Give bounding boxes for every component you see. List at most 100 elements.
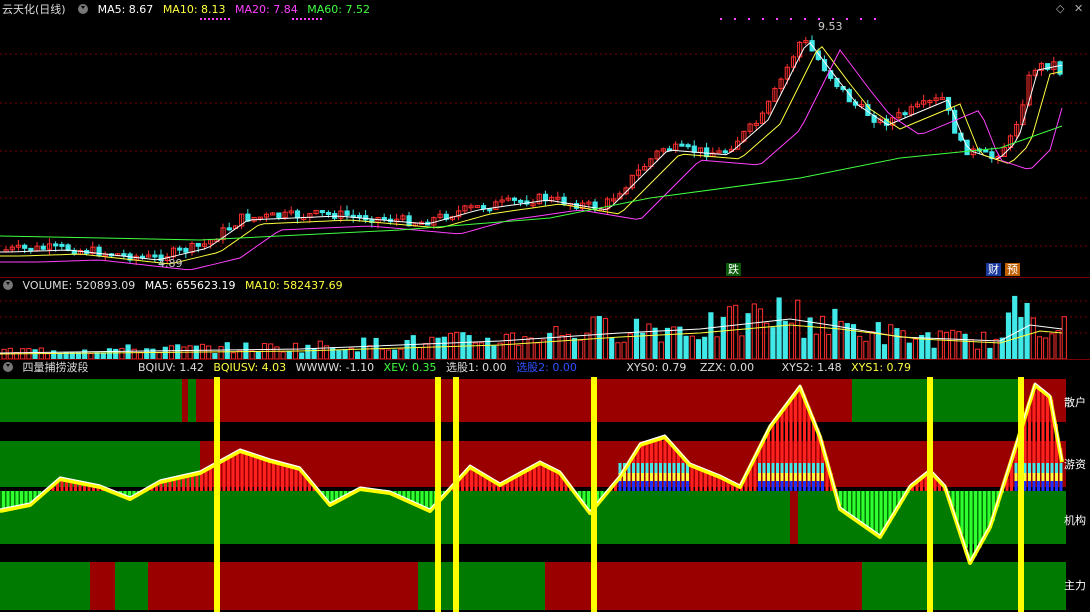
- main-force-bar: [663, 463, 667, 473]
- hotmoney-bar: [542, 464, 545, 491]
- signal-dot: [212, 18, 214, 20]
- buy-signal-line: [453, 377, 459, 612]
- price-chart[interactable]: [0, 18, 1090, 276]
- low-price-label: 4.89: [158, 257, 183, 270]
- main-force-bar: [767, 473, 770, 481]
- main-force-bar: [803, 481, 806, 491]
- signal-dot: [216, 18, 218, 20]
- volume-bar: [528, 337, 534, 359]
- volume-bar: [305, 344, 311, 359]
- tag-cai[interactable]: 财: [986, 263, 1001, 276]
- candle: [40, 245, 46, 250]
- ma60-readout: MA60: 7.52: [307, 3, 370, 16]
- main-force-bar: [758, 481, 761, 491]
- panel-menu-icon[interactable]: [78, 4, 89, 14]
- main-force-bar: [681, 463, 685, 473]
- main-force-bar: [654, 463, 658, 473]
- candle: [480, 205, 487, 210]
- volume-bar: [832, 308, 838, 359]
- signal-dot: [874, 18, 876, 20]
- volume-bar: [553, 326, 559, 359]
- retail-band: [182, 379, 188, 422]
- main-force-bar: [618, 463, 622, 473]
- volume-bar: [888, 324, 894, 359]
- main-force-bar: [645, 473, 649, 481]
- wwww-readout: WWWW: -1.10: [295, 361, 375, 374]
- hotmoney-bar: [789, 401, 793, 463]
- main-force-bar: [1055, 481, 1058, 491]
- main-band: [115, 562, 148, 610]
- main-force-bar: [1050, 473, 1054, 481]
- main-force-bar: [686, 473, 689, 481]
- main-force-bar: [627, 473, 631, 481]
- main-force-bar: [1032, 481, 1036, 491]
- panel-menu-icon[interactable]: [3, 280, 13, 290]
- indicator-chart[interactable]: [0, 377, 1090, 612]
- main-force-bar: [785, 473, 788, 481]
- main-force-bar: [645, 481, 649, 491]
- volume-bar: [770, 327, 776, 359]
- main-force-bar: [780, 473, 784, 481]
- main-force-bar: [794, 473, 797, 481]
- volume-bar: [807, 317, 813, 359]
- volume-bar: [416, 347, 423, 359]
- main-force-bar: [785, 481, 788, 491]
- volume-bar: [801, 337, 807, 359]
- volume-bar: [1012, 295, 1018, 359]
- main-panel-title[interactable]: 云天化(日线): [2, 3, 66, 16]
- main-force-bar: [1050, 481, 1054, 491]
- volume-bar: [522, 336, 528, 359]
- volume-bar: [423, 343, 429, 359]
- main-force-bar: [663, 481, 667, 491]
- hotmoney-bar: [254, 455, 257, 491]
- hotmoney-bar: [204, 470, 208, 491]
- hotmoney-bar: [281, 463, 284, 491]
- signal-dot: [776, 18, 778, 20]
- volume-bar: [751, 303, 757, 359]
- tag-die[interactable]: 跌: [726, 263, 741, 276]
- close-icon[interactable]: ✕: [1074, 2, 1083, 15]
- signal-dot: [220, 18, 222, 20]
- main-force-bar: [780, 463, 784, 473]
- hotmoney-bar: [767, 433, 770, 463]
- signal-dot: [300, 18, 302, 20]
- volume-bar: [881, 344, 888, 359]
- hotmoney-bar: [200, 473, 203, 491]
- hotmoney-bar: [1028, 407, 1031, 463]
- signal-dot: [200, 18, 202, 20]
- volume-bar: [590, 316, 596, 359]
- candle: [704, 147, 710, 158]
- ma10-readout: MA10: 8.13: [162, 3, 226, 16]
- main-force-bar: [1055, 473, 1058, 481]
- hotmoney-bar: [528, 469, 532, 491]
- candle: [363, 215, 369, 221]
- main-band: [90, 562, 115, 610]
- diamond-icon[interactable]: ◇: [1056, 2, 1064, 15]
- candle: [226, 227, 232, 231]
- ma60-line: [0, 125, 1063, 241]
- hotmoney-bar: [780, 413, 784, 463]
- candle: [685, 144, 691, 148]
- main-force-bar: [1046, 463, 1049, 473]
- main-force-bar: [762, 481, 766, 491]
- main-force-bar: [636, 473, 640, 481]
- volume-chart[interactable]: [0, 295, 1090, 359]
- main-force-bar: [1046, 481, 1049, 491]
- volume-bar: [702, 336, 708, 359]
- panel-menu-icon[interactable]: [3, 362, 13, 372]
- main-force-bar: [641, 473, 644, 481]
- main-force-bar: [803, 463, 806, 473]
- main-force-bar: [1037, 481, 1040, 491]
- main-force-bar: [1028, 463, 1031, 473]
- main-force-bar: [776, 473, 779, 481]
- tag-yu[interactable]: 预: [1005, 263, 1020, 276]
- main-force-bar: [632, 481, 635, 491]
- hotmoney-bar: [645, 443, 649, 463]
- main-force-bar: [650, 463, 653, 473]
- volume-bar: [392, 349, 398, 359]
- volume-bar: [503, 333, 509, 359]
- xev-readout: XEV: 0.35: [383, 361, 437, 374]
- institution-bar: [969, 491, 973, 562]
- main-force-bar: [780, 481, 784, 491]
- main-force-bar: [677, 481, 680, 491]
